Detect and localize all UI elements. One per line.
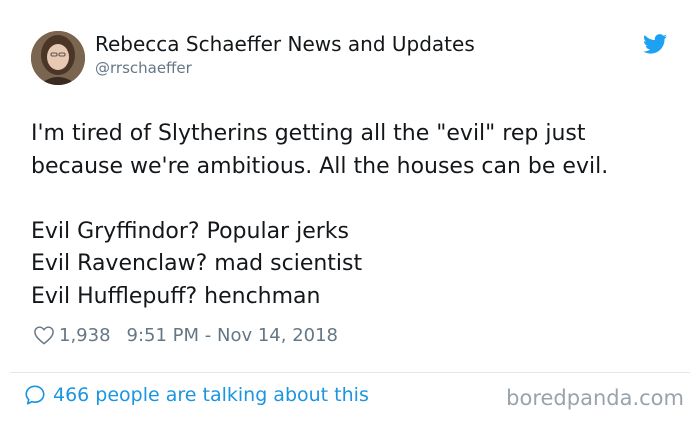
- author-name[interactable]: Rebecca Schaeffer News and Updates: [95, 32, 475, 56]
- twitter-bird-icon[interactable]: [643, 34, 667, 54]
- conversation-count-label[interactable]: 466 people are talking about this: [53, 384, 369, 406]
- heart-icon[interactable]: [33, 325, 55, 345]
- author-handle[interactable]: @rrschaeffer: [95, 59, 192, 77]
- like-count[interactable]: 1,938: [59, 325, 111, 346]
- avatar[interactable]: [31, 31, 85, 85]
- tweet-timestamp[interactable]: 9:51 PM - Nov 14, 2018: [127, 325, 338, 346]
- tweet-text: I'm tired of Slytherins getting all the …: [31, 121, 609, 309]
- speech-bubble-icon: [25, 385, 45, 405]
- conversation-link[interactable]: 466 people are talking about this: [24, 384, 369, 406]
- tweet-meta: 1,938 9:51 PM - Nov 14, 2018: [33, 322, 338, 348]
- tweet-card: Rebecca Schaeffer News and Updates @rrsc…: [0, 0, 700, 372]
- watermark: boredpanda.com: [506, 386, 684, 410]
- divider: [10, 372, 690, 373]
